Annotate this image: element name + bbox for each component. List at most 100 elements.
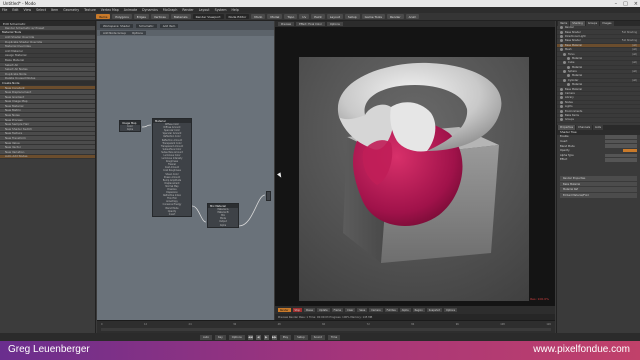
props-tab-channels[interactable]: Channels [576,124,593,130]
embed-material-fold-button[interactable]: Embed Material/Fold [560,192,637,198]
viewport-options-button[interactable]: Options [443,308,458,312]
menu-system[interactable]: System [215,8,227,12]
menu-dynamics[interactable]: Dynamics [142,8,158,12]
visibility-eye-icon[interactable] [567,56,570,60]
viewport-preview[interactable]: Preview [278,22,295,26]
timeline-track[interactable] [101,328,551,331]
node-editor-options[interactable]: Options [129,31,146,35]
node-port[interactable]: Alpha [120,128,140,131]
toolbar-vertices-button[interactable]: Vertices [150,14,169,19]
viewport-snapshot-button[interactable]: Snapshot [426,308,442,312]
layout-preset-anim[interactable]: Anim [405,14,420,19]
render-viewport[interactable]: Preview Effect: Final Color Options Res:… [275,21,555,306]
layout-preset-topo[interactable]: Topo [284,14,298,19]
bottom-sound-button[interactable]: Sound [310,334,325,340]
visibility-eye-icon[interactable] [560,118,563,122]
play-icon[interactable]: ▶ [263,334,269,340]
layout-preset-uv[interactable]: Uv [299,14,310,19]
bottom-key-button[interactable]: Key [215,334,226,340]
property-control[interactable] [605,158,637,162]
visibility-eye-icon[interactable] [563,78,566,82]
menu-geometry[interactable]: Geometry [63,8,79,12]
layout-preset-game-tools[interactable]: Game Tools [361,14,385,19]
props-tab-lists[interactable]: Lists [593,124,603,130]
visibility-eye-icon[interactable] [560,109,563,113]
visibility-eye-icon[interactable] [560,92,563,96]
close-icon[interactable]: × [634,1,638,7]
bottom-setup-button[interactable]: Setup [294,334,308,340]
visibility-eye-icon[interactable] [560,96,563,100]
props-tab-properties[interactable]: Properties [558,124,576,130]
toolbar-polygons-button[interactable]: Polygons [112,14,132,19]
visibility-eye-icon[interactable] [560,43,563,47]
viewport-full-res-button[interactable]: Full Res [384,308,398,312]
visibility-eye-icon[interactable] [567,83,570,87]
property-control[interactable] [605,144,637,148]
menu-select[interactable]: Select [36,8,46,12]
viewport-region-button[interactable]: Region [412,308,425,312]
viewport-save-button[interactable]: Save [357,308,368,312]
node-editor-schematic[interactable]: Schematic [136,23,157,28]
menu-animate[interactable]: Animate [124,8,137,12]
menu-view[interactable]: View [24,8,32,12]
node-editor-add-item[interactable]: Add Item [159,23,179,28]
bottom-time-button[interactable]: Time [327,334,341,340]
bake-material-button[interactable]: Bake Material [560,181,637,187]
property-control[interactable] [605,135,637,139]
property-control[interactable] [623,148,637,153]
visibility-eye-icon[interactable] [560,39,563,43]
node-output[interactable]: Output [266,191,271,201]
visibility-eye-icon[interactable] [567,74,570,78]
node-editor-workspace-shader[interactable]: Workspace: Shader [100,23,134,28]
minimize-icon[interactable]: – [615,1,618,7]
node-image-map[interactable]: Image Map Color Alpha [119,120,141,133]
menu-texture[interactable]: Texture [84,8,96,12]
toolbar-items-button[interactable]: Items [96,14,111,19]
visibility-eye-icon[interactable] [560,105,563,109]
visibility-eye-icon[interactable] [567,65,570,69]
node-editor-add-node-group[interactable]: Add Node Group [100,31,130,35]
visibility-eye-icon[interactable] [560,30,563,34]
menu-edit[interactable]: Edit [12,8,18,12]
node-mix-material[interactable]: Mix Material Material A Material B Mix Mode O… [207,203,239,228]
visibility-eye-icon[interactable] [563,70,566,74]
viewport-effect-final-color[interactable]: Effect: Final Color [296,22,325,26]
layout-preset-setup[interactable]: Setup [344,14,360,19]
render-properties-button[interactable]: Render Properties [560,176,637,181]
viewport-camera-button[interactable]: Camera [369,308,383,312]
fast-forward-icon[interactable]: ▶▶ [271,334,277,340]
layout-preset-modo[interactable]: Modo [251,14,266,19]
layout-preset-paint[interactable]: Paint [311,14,325,19]
visibility-eye-icon[interactable] [560,48,563,52]
visibility-eye-icon[interactable] [563,61,566,65]
node-port[interactable]: Alpha [208,223,238,227]
viewport-alpha-button[interactable]: Alpha [399,308,411,312]
viewport-clear-button[interactable]: Clear [345,308,356,312]
property-control[interactable] [605,139,637,144]
left-panel-auto-add-nodes[interactable]: Auto Add Nodes [0,154,95,160]
visibility-eye-icon[interactable] [560,87,563,91]
toolbar-materials-button[interactable]: Materials [170,14,191,19]
node-editor[interactable]: Workspace: Shader Schematic Add Item Add N… [97,21,274,331]
menu-help[interactable]: Help [231,8,238,12]
rewind-icon[interactable]: ◀◀ [247,334,253,340]
menu-vertex-map[interactable]: Vertex Map [101,8,119,12]
visibility-eye-icon[interactable] [560,34,563,38]
layout-preset-render[interactable]: Render [386,14,404,19]
layout-preset-layout[interactable]: Layout [326,14,343,19]
layout-dropdown[interactable]: Node Editor [225,14,250,19]
viewport-update-button[interactable]: Update [316,308,330,312]
menu-mograph[interactable]: MoGraph [163,8,177,12]
step-back-icon[interactable]: ◀ [255,334,261,340]
visibility-eye-icon[interactable] [560,100,563,104]
visibility-eye-icon[interactable] [560,26,563,30]
node-port[interactable] [267,192,270,200]
bottom-play-button[interactable]: Play [279,334,292,340]
viewport-stop-button[interactable]: Stop [292,308,302,312]
layout-preset-model[interactable]: Model [267,14,283,19]
node-material[interactable]: Material Diffuse Color Diffuse Amount Specu… [152,118,192,217]
visibility-eye-icon[interactable] [560,114,563,117]
menu-file[interactable]: File [2,8,7,12]
toolbar-edges-button[interactable]: Edges [133,14,149,19]
search-dropdown[interactable]: Render Viewport [192,14,224,19]
